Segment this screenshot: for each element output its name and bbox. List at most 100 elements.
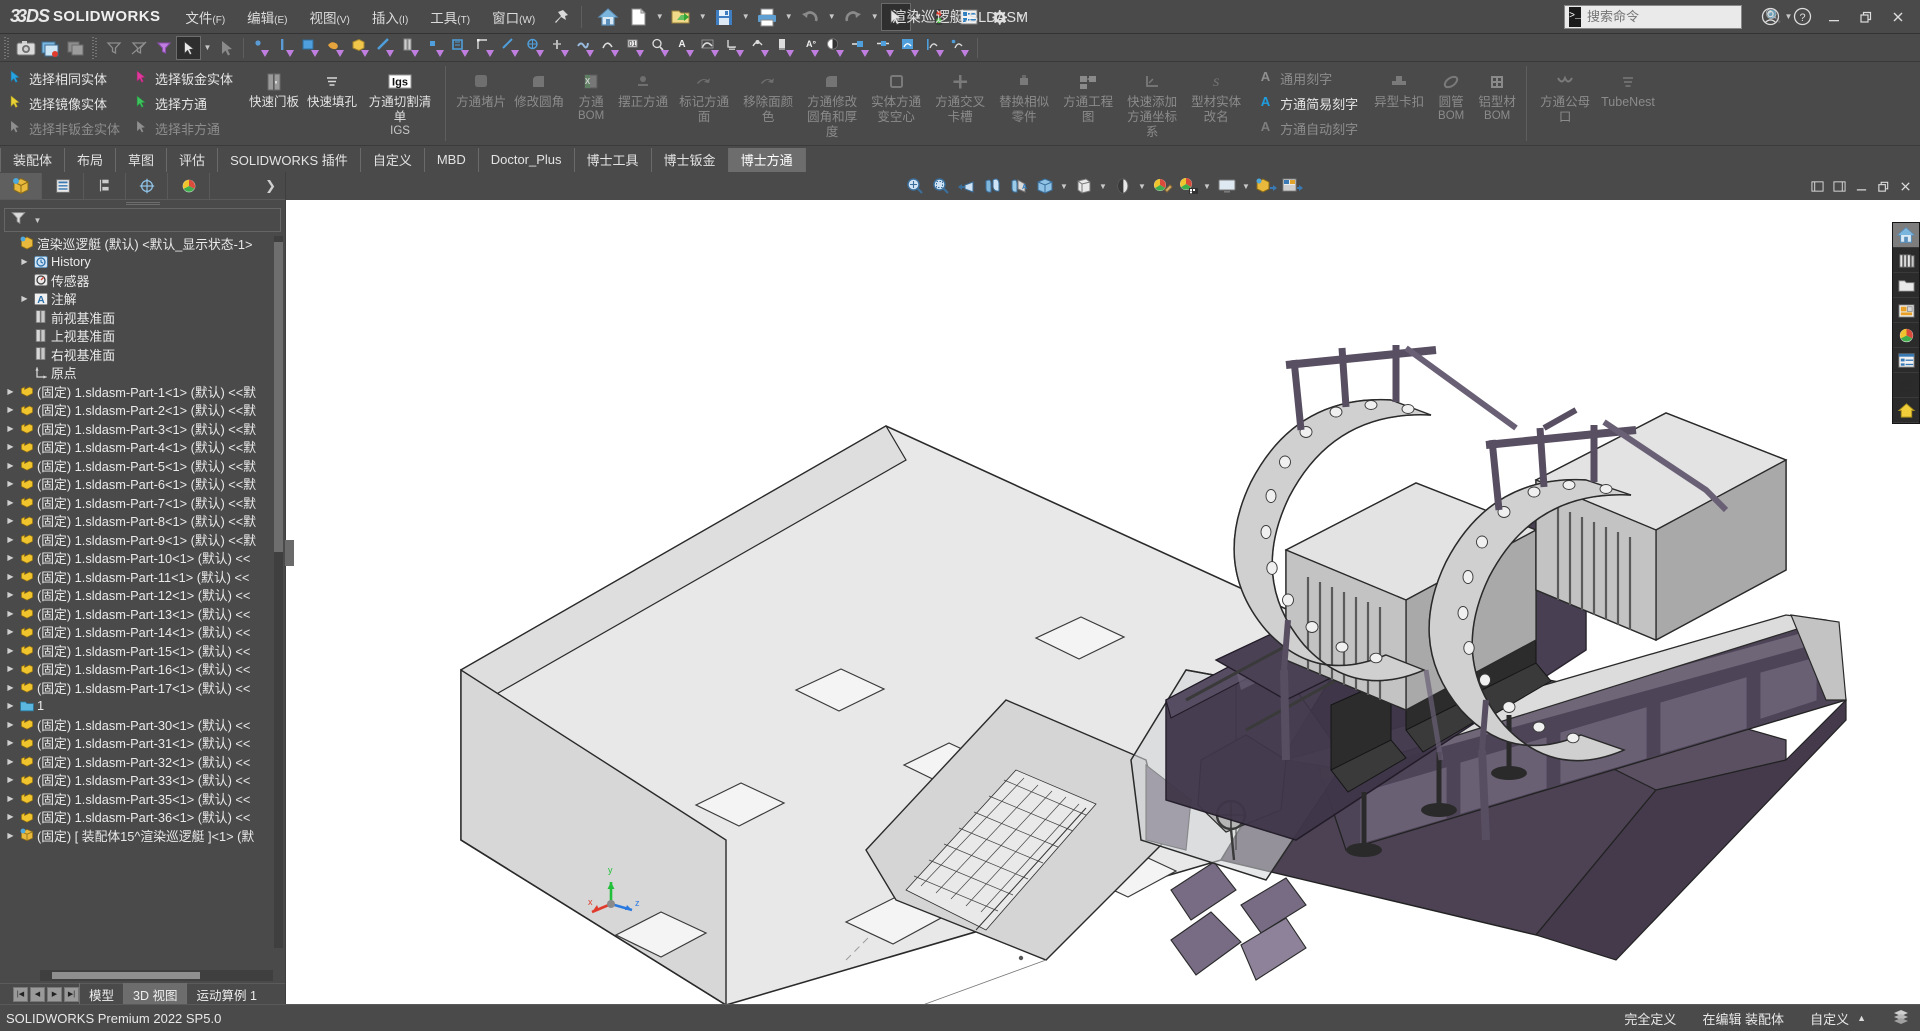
tree-expand-arrow[interactable]: ▶ [4, 775, 17, 784]
tree-node[interactable]: ▶ (固定) 1.sldasm-Part-7<1> (默认) <<默 [2, 493, 285, 512]
toolbar-grip-2[interactable] [91, 36, 98, 59]
patrol-boat-3d-model[interactable] [286, 200, 1920, 1004]
options-list-icon[interactable] [954, 3, 984, 31]
tree-node[interactable]: ▶ (固定) 1.sldasm-Part-30<1> (默认) << [2, 715, 285, 734]
help-icon[interactable]: ? [1786, 2, 1818, 32]
display-manager-tab[interactable] [168, 172, 210, 199]
tab-solidworks-addins[interactable]: SOLIDWORKS 插件 [218, 148, 361, 172]
tree-node[interactable]: ▶ (固定) 1.sldasm-Part-13<1> (默认) << [2, 604, 285, 623]
search-command-box[interactable]: >_ 🔍 ▼ [1564, 4, 1792, 29]
record-video-icon[interactable] [38, 36, 63, 60]
filter-face-icon[interactable] [298, 36, 323, 60]
tree-expand-arrow[interactable]: ▶ [4, 646, 17, 655]
new-document-icon[interactable] [623, 3, 653, 31]
tab-doctor-tools[interactable]: 博士工具 [575, 148, 652, 172]
property-manager-tab[interactable] [42, 172, 84, 199]
close-button[interactable] [1882, 2, 1914, 32]
tree-node[interactable]: ▶ (固定) 1.sldasm-Part-2<1> (默认) <<默 [2, 401, 285, 420]
tree-node[interactable]: ▶ (固定) 1.sldasm-Part-5<1> (默认) <<默 [2, 456, 285, 475]
ribbon-tube-cut-list[interactable]: Igs 方通切割清单 IGS [361, 68, 439, 137]
new-document-dropdown-caret[interactable]: ▼ [653, 12, 666, 21]
tree-expand-arrow[interactable]: ▶ [4, 683, 17, 692]
view-settings-caret[interactable]: ▼ [1201, 182, 1214, 191]
status-custom-dropdown[interactable]: 自定义 [1810, 1009, 1849, 1028]
filter-blueprint-icon[interactable] [898, 36, 923, 60]
bottom-tab-motion-study[interactable]: 运动算例 1 [186, 982, 265, 1006]
filter-appearance-icon[interactable] [823, 36, 848, 60]
filter-annotation-icon[interactable]: A [673, 36, 698, 60]
tree-node[interactable]: ▶ A 注解 [2, 290, 285, 309]
tree-node[interactable]: 前视基准面 [2, 308, 285, 327]
ribbon-modify-fillet-thickness[interactable]: 方通修改圆角和厚度 [800, 68, 864, 139]
ribbon-simple-tube-engrave[interactable]: A 方通简易刻字 [1254, 91, 1364, 116]
filter-icon[interactable] [101, 36, 126, 60]
filter-axis-icon[interactable] [373, 36, 398, 60]
tree-expand-arrow[interactable]: ▶ [4, 627, 17, 636]
tree-node[interactable]: ▶ (固定) 1.sldasm-Part-8<1> (默认) <<默 [2, 512, 285, 531]
tree-expand-arrow[interactable]: ▶ [4, 572, 17, 581]
filter-component-icon[interactable] [848, 36, 873, 60]
tree-node[interactable]: ▶ (固定) 1.sldasm-Part-4<1> (默认) <<默 [2, 438, 285, 457]
tab-sketch[interactable]: 草图 [116, 148, 168, 172]
tree-expand-arrow[interactable]: ▶ [4, 812, 17, 821]
filter-angle-icon[interactable]: A° [798, 36, 823, 60]
ribbon-hollow-tube[interactable]: 实体方通变空心 [864, 68, 928, 125]
tree-node[interactable]: ▶ 1 [2, 697, 285, 716]
filter-active-icon[interactable] [151, 36, 176, 60]
ribbon-tube-drawing[interactable]: 方通工程图 [1056, 68, 1120, 125]
ribbon-select-same-body[interactable]: 选择相同实体 [4, 66, 126, 91]
tree-expand-arrow[interactable]: ▶ [4, 516, 17, 525]
filter-line-curve-icon[interactable] [923, 36, 948, 60]
filter-weldment-icon[interactable] [448, 36, 473, 60]
tree-expand-arrow[interactable]: ▶ [4, 405, 17, 414]
filter-vertex-icon[interactable] [248, 36, 273, 60]
rebuild-icon[interactable] [924, 3, 954, 31]
print-dropdown-caret[interactable]: ▼ [782, 12, 795, 21]
apply-scene-icon[interactable] [1149, 174, 1175, 198]
tree-expand-arrow[interactable]: ▶ [4, 590, 17, 599]
home-yellow-icon[interactable] [1893, 398, 1919, 423]
settings-gear-icon[interactable] [984, 3, 1014, 31]
display-style-icon[interactable] [1032, 174, 1058, 198]
tree-expand-arrow[interactable]: ▶ [4, 461, 17, 470]
filter-solid-body-icon[interactable] [348, 36, 373, 60]
tree-node[interactable]: ▶ (固定) 1.sldasm-Part-9<1> (默认) <<默 [2, 530, 285, 549]
last-tab-button[interactable]: ▶| [64, 986, 79, 1002]
filter-note-icon[interactable]: 01 [623, 36, 648, 60]
tab-mbd[interactable]: MBD [425, 148, 479, 172]
menu-edit[interactable]: 编辑(E) [236, 1, 298, 33]
filter-center-mark-icon[interactable] [548, 36, 573, 60]
display-viewport-icon[interactable] [1214, 174, 1240, 198]
tree-expand-arrow[interactable]: ▶ [4, 479, 17, 488]
tab-doctor-sheetmetal[interactable]: 博士钣金 [652, 148, 729, 172]
ribbon-rename-profile-body[interactable]: S 型材实体改名 [1184, 68, 1248, 125]
publish-icon[interactable] [1279, 174, 1305, 198]
save-dropdown-caret[interactable]: ▼ [739, 12, 752, 21]
edit-appearance-icon[interactable] [1110, 174, 1136, 198]
ribbon-select-tube[interactable]: 选择方通 [130, 91, 239, 116]
filter-curve-icon[interactable] [698, 36, 723, 60]
tree-expand-arrow[interactable]: ▶ [4, 757, 17, 766]
tree-node[interactable]: ▶ (固定) [ 装配体15^渲染巡逻艇 ]<1> (默 [2, 826, 285, 845]
ribbon-cross-slot[interactable]: 方通交叉卡槽 [928, 68, 992, 125]
tree-expand-arrow[interactable]: ▶ [4, 498, 17, 507]
tab-layout[interactable]: 布局 [65, 148, 117, 172]
ribbon-select-non-sheetmetal-body[interactable]: 选择非钣金实体 [4, 116, 126, 141]
appearances-icon[interactable] [1893, 323, 1919, 348]
previous-view-icon[interactable] [954, 174, 980, 198]
tree-node[interactable]: ▶ (固定) 1.sldasm-Part-10<1> (默认) << [2, 549, 285, 568]
ribbon-tube-cap[interactable]: 方通堵片 [452, 68, 510, 110]
tree-expand-arrow[interactable]: ▶ [4, 831, 17, 840]
redo-icon[interactable] [838, 3, 868, 31]
first-tab-button[interactable]: |◀ [13, 986, 28, 1002]
tree-expand-arrow[interactable]: ▶ [4, 701, 17, 710]
ribbon-select-mirror-body[interactable]: 选择镜像实体 [4, 91, 126, 116]
file-explorer-icon[interactable] [1893, 273, 1919, 298]
tree-expand-arrow[interactable]: ▶ [4, 424, 17, 433]
copy-screen-icon[interactable] [63, 36, 88, 60]
custom-properties-icon[interactable] [1893, 348, 1919, 373]
tree-node[interactable]: ▶ (固定) 1.sldasm-Part-35<1> (默认) << [2, 789, 285, 808]
tree-node[interactable]: ▶ (固定) 1.sldasm-Part-31<1> (默认) << [2, 734, 285, 753]
tree-horizontal-scrollbar[interactable] [40, 970, 273, 981]
filter-surface-icon[interactable] [323, 36, 348, 60]
